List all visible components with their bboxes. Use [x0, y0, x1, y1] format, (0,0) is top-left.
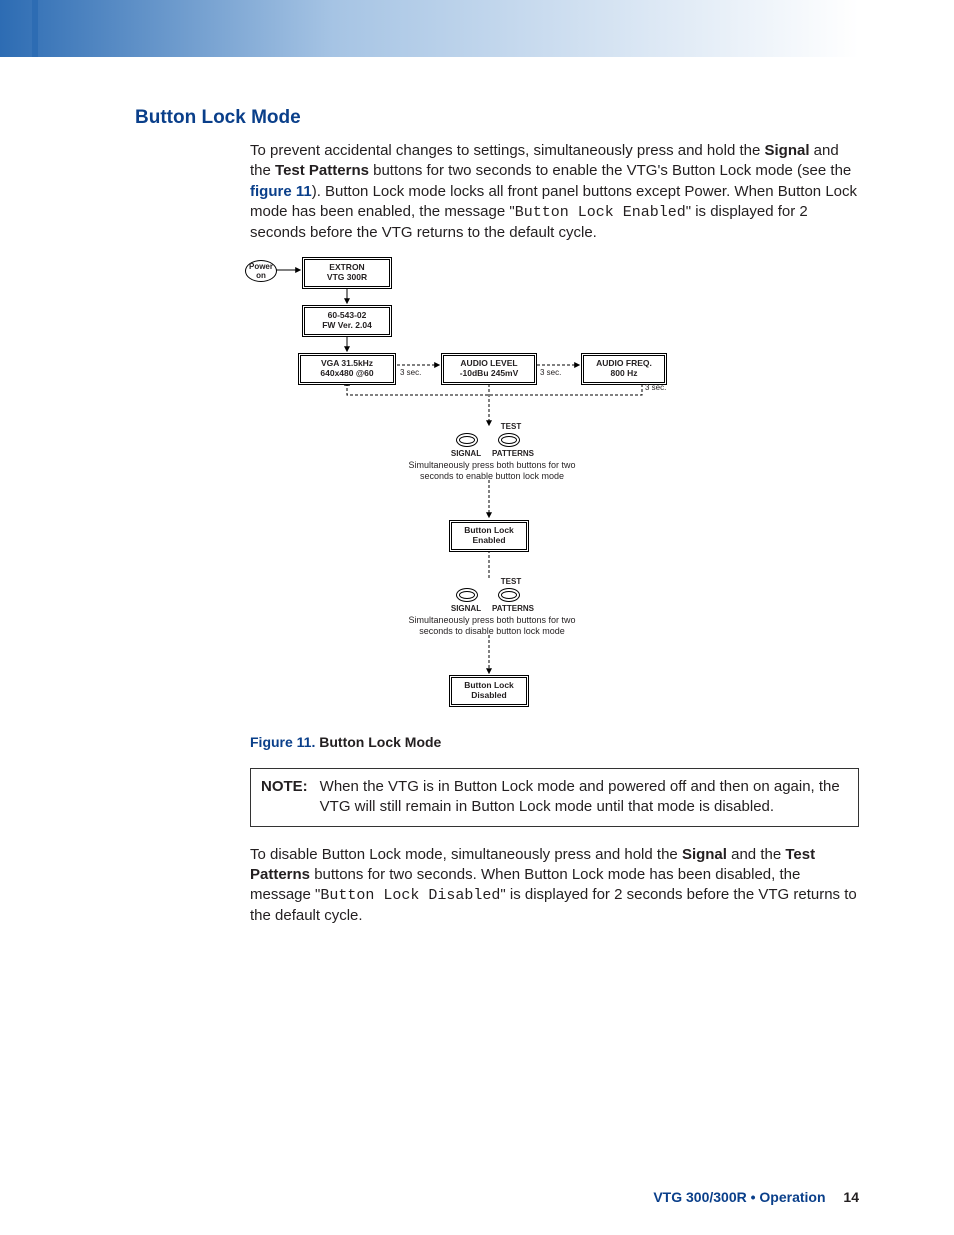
figure-title: Button Lock Mode: [319, 734, 441, 750]
test-label: TEST: [496, 422, 526, 433]
button-lock-diagram: Power on EXTRON VTG 300R 60-543-02 FW Ve…: [242, 255, 742, 725]
lcd-box-disabled: Button Lock Disabled: [449, 675, 529, 707]
lcd-box-fw: 60-543-02 FW Ver. 2.04: [302, 305, 392, 337]
text: 640x480 @60: [320, 368, 373, 378]
text: VTG 300R: [327, 272, 367, 282]
text: Enabled: [472, 535, 505, 545]
text: 60-543-02: [328, 310, 367, 320]
text: buttons for two seconds to enable the VT…: [369, 162, 851, 179]
intro-paragraph: To prevent accidental changes to setting…: [250, 141, 859, 243]
lcd-message: Button Lock Enabled: [515, 204, 686, 221]
note-box: NOTE: When the VTG is in Button Lock mod…: [250, 768, 859, 827]
disable-caption: Simultaneously press both buttons for tw…: [402, 615, 582, 637]
figure-caption: Figure 11. Button Lock Mode: [250, 733, 859, 752]
enable-caption: Simultaneously press both buttons for tw…: [402, 460, 582, 482]
patterns-label: PATTERNS: [490, 449, 536, 460]
header-accent: [32, 0, 38, 57]
text: AUDIO LEVEL: [460, 358, 517, 368]
lcd-box-vga: VGA 31.5kHz 640x480 @60: [298, 353, 396, 385]
header-gradient: [0, 0, 954, 57]
text: To prevent accidental changes to setting…: [250, 142, 764, 159]
signal-label: Signal: [764, 142, 809, 159]
text: VGA 31.5kHz: [321, 358, 373, 368]
figure-number: Figure 11.: [250, 734, 315, 750]
lcd-box-enabled: Button Lock Enabled: [449, 520, 529, 552]
text: Button Lock: [464, 525, 514, 535]
test-label: TEST: [496, 577, 526, 588]
signal-label: SIGNAL: [446, 449, 486, 460]
text: and the: [727, 846, 785, 863]
lcd-box-level: AUDIO LEVEL -10dBu 245mV: [441, 353, 537, 385]
text: Disabled: [471, 690, 506, 700]
testpatterns-label: Test Patterns: [275, 162, 369, 179]
note-text: When the VTG is in Button Lock mode and …: [320, 777, 848, 818]
footer-product: VTG 300/300R • Operation: [653, 1189, 825, 1205]
signal-label: SIGNAL: [446, 604, 486, 615]
delay-label: 3 sec.: [540, 368, 561, 379]
delay-label: 3 sec.: [645, 383, 666, 394]
outro-paragraph: To disable Button Lock mode, simultaneou…: [250, 845, 859, 927]
lcd-box-extron: EXTRON VTG 300R: [302, 257, 392, 289]
lcd-message: Button Lock Disabled: [320, 887, 500, 904]
note-label: NOTE:: [261, 777, 308, 818]
text: Button Lock: [464, 680, 514, 690]
text: 800 Hz: [611, 368, 638, 378]
text: AUDIO FREQ.: [596, 358, 652, 368]
figure-reference-link[interactable]: figure 11: [250, 183, 312, 200]
text: To disable Button Lock mode, simultaneou…: [250, 846, 682, 863]
text: -10dBu 245mV: [460, 368, 519, 378]
delay-label: 3 sec.: [400, 368, 421, 379]
patterns-label: PATTERNS: [490, 604, 536, 615]
signal-label: Signal: [682, 846, 727, 863]
footer-page-number: 14: [843, 1189, 859, 1205]
text: EXTRON: [329, 262, 364, 272]
section-heading: Button Lock Mode: [135, 107, 859, 129]
page-footer: VTG 300/300R • Operation 14: [653, 1189, 859, 1205]
text: FW Ver. 2.04: [322, 320, 372, 330]
lcd-box-freq: AUDIO FREQ. 800 Hz: [581, 353, 667, 385]
